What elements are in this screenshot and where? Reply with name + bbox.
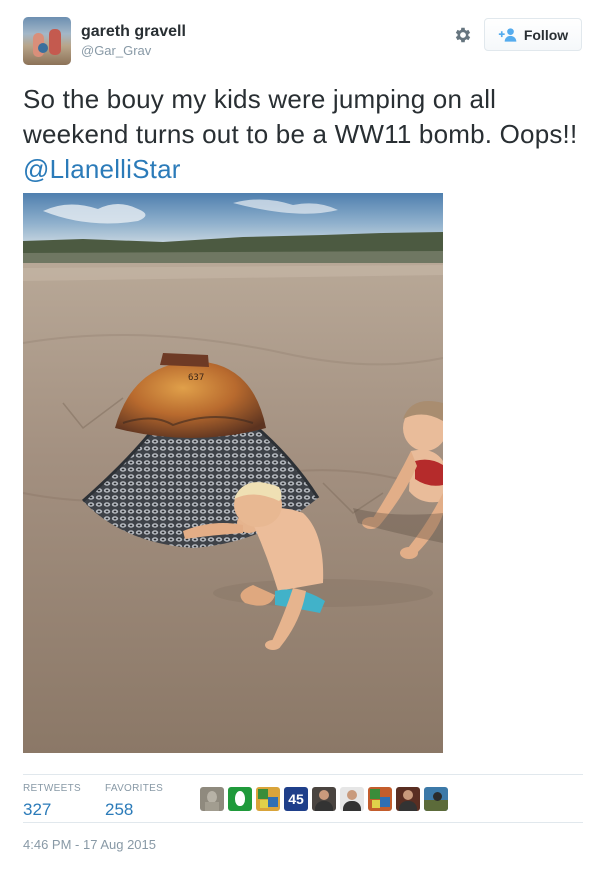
retweets-count[interactable]: 327 [23,799,81,821]
favoriter-avatar[interactable] [340,787,364,811]
tweet-photo[interactable]: 637 [23,193,443,753]
follow-button[interactable]: Follow [484,18,582,51]
favoriter-avatar[interactable] [368,787,392,811]
tweet-text: So the bouy my kids were jumping on all … [23,82,593,187]
add-user-icon [498,27,517,42]
favoriter-avatars: 45 [200,787,448,811]
stats-divider-bottom [23,822,583,823]
follow-label: Follow [523,26,569,43]
gear-icon[interactable] [453,25,473,45]
user-handle[interactable]: @Gar_Grav [81,42,186,60]
mine-marking: 637 [188,373,204,383]
favorites-stat[interactable]: FAVORITES 258 [105,783,163,821]
favoriter-avatar[interactable] [396,787,420,811]
beach-photo-image: 637 [23,193,443,753]
favoriter-avatar[interactable] [256,787,280,811]
favorites-label: FAVORITES [105,783,164,794]
favoriter-avatar[interactable] [228,787,252,811]
favorites-count[interactable]: 258 [105,799,163,821]
stats-divider [23,774,583,775]
favoriter-avatar[interactable]: 45 [284,787,308,811]
mention-link[interactable]: @LlanelliStar [23,154,181,184]
tweet-timestamp[interactable]: 4:46 PM - 17 Aug 2015 [23,837,156,852]
tweet-header: gareth gravell @Gar_Grav Follow [23,17,583,67]
retweets-stat[interactable]: RETWEETS 327 [23,783,81,821]
display-name[interactable]: gareth gravell [81,22,186,42]
user-names: gareth gravell @Gar_Grav [81,22,186,60]
favoriter-avatar[interactable] [424,787,448,811]
retweets-label: RETWEETS [23,783,81,794]
favoriter-badge-text: 45 [288,791,304,807]
user-avatar[interactable] [23,17,71,65]
favoriter-avatar[interactable] [312,787,336,811]
tweet-body: So the bouy my kids were jumping on all … [23,84,578,149]
favoriter-avatar[interactable] [200,787,224,811]
